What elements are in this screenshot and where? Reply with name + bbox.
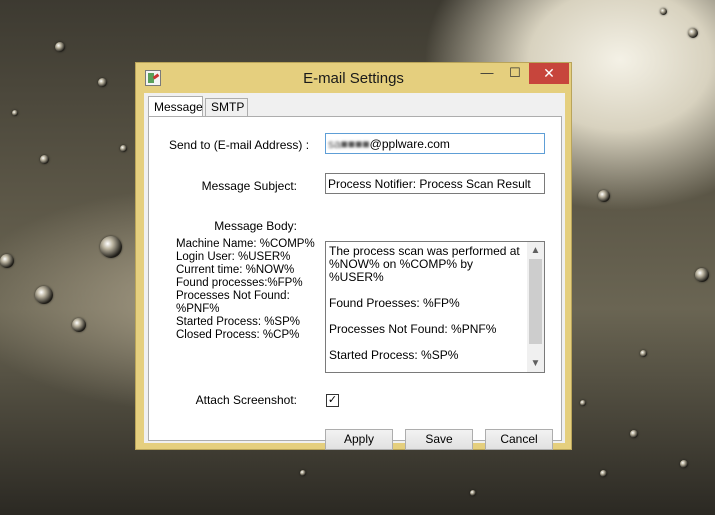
water-drop	[72, 318, 86, 332]
variable-machine-name: Machine Name: %COMP%	[176, 238, 315, 250]
water-drop	[470, 490, 476, 496]
tab-smtp[interactable]: SMTP	[205, 98, 248, 117]
save-button[interactable]: Save	[405, 429, 473, 450]
water-drop	[600, 470, 607, 477]
apply-button[interactable]: Apply	[325, 429, 393, 450]
scrollbar-thumb[interactable]	[529, 259, 542, 344]
body-line: Found Proesses: %FP%	[329, 296, 460, 310]
cancel-button[interactable]: Cancel	[485, 429, 553, 450]
water-drop	[12, 110, 18, 116]
water-drop	[55, 42, 65, 52]
variable-started-process: Started Process: %SP%	[176, 316, 300, 328]
water-drop	[35, 286, 53, 304]
water-drop	[0, 254, 14, 268]
message-body-text: The process scan was performed at %NOW% …	[329, 245, 527, 362]
water-drop	[300, 470, 306, 476]
water-drop	[598, 190, 610, 202]
water-drop	[680, 460, 688, 468]
message-subject-input[interactable]: Process Notifier: Process Scan Result	[325, 173, 545, 194]
message-body-label: Message Body:	[214, 219, 297, 233]
water-drop	[640, 350, 647, 357]
variable-login-user: Login User: %USER%	[176, 251, 291, 263]
minimize-button[interactable]: —	[473, 63, 501, 84]
send-to-input[interactable]: sa■■■■@pplware.com	[325, 133, 545, 154]
message-subject-label: Message Subject:	[201, 179, 297, 193]
water-drop	[580, 400, 586, 406]
water-drop	[120, 145, 127, 152]
water-drop	[695, 268, 709, 282]
close-button[interactable]: ✕	[529, 63, 569, 84]
body-line: Started Process: %SP%	[329, 348, 459, 362]
scroll-down-arrow-icon[interactable]: ▼	[527, 355, 544, 372]
variable-pnf: %PNF%	[176, 303, 220, 315]
water-drop	[98, 78, 107, 87]
message-tab-panel: Send to (E-mail Address) : sa■■■■@pplwar…	[148, 116, 562, 450]
body-line: Processes Not Found: %PNF%	[329, 322, 497, 336]
attach-screenshot-label: Attach Screenshot:	[195, 393, 297, 407]
variable-closed-process: Closed Process: %CP%	[176, 329, 300, 341]
water-drop	[630, 430, 638, 438]
tab-message[interactable]: Message	[148, 96, 203, 118]
maximize-button[interactable]: ☐	[501, 63, 529, 84]
email-settings-window: E-mail Settings — ☐ ✕ Message SMTP Send …	[135, 62, 572, 450]
send-to-label: Send to (E-mail Address) :	[169, 138, 310, 152]
water-drop	[100, 236, 122, 258]
variables-legend: Machine Name: %COMP% Login User: %USER% …	[176, 238, 315, 342]
window-client-area: Message SMTP Send to (E-mail Address) : …	[144, 93, 565, 450]
variable-current-time: Current time: %NOW%	[176, 264, 295, 276]
vertical-scrollbar[interactable]: ▲ ▼	[527, 242, 544, 372]
message-body-textarea[interactable]: The process scan was performed at %NOW% …	[325, 241, 545, 373]
send-to-domain: @pplware.com	[369, 137, 450, 151]
scroll-up-arrow-icon[interactable]: ▲	[527, 242, 544, 259]
body-line: %NOW% on %COMP% by %USER%	[329, 257, 474, 284]
water-drop	[660, 8, 667, 15]
redacted-email-user: sa■■■■	[328, 137, 370, 151]
water-drop	[688, 28, 698, 38]
variable-processes-not-found: Processes Not Found:	[176, 290, 290, 302]
title-bar[interactable]: E-mail Settings — ☐ ✕	[136, 63, 571, 93]
variable-found-processes: Found processes:%FP%	[176, 277, 303, 289]
water-drop	[40, 155, 49, 164]
attach-screenshot-checkbox[interactable]: ✓	[326, 394, 339, 407]
